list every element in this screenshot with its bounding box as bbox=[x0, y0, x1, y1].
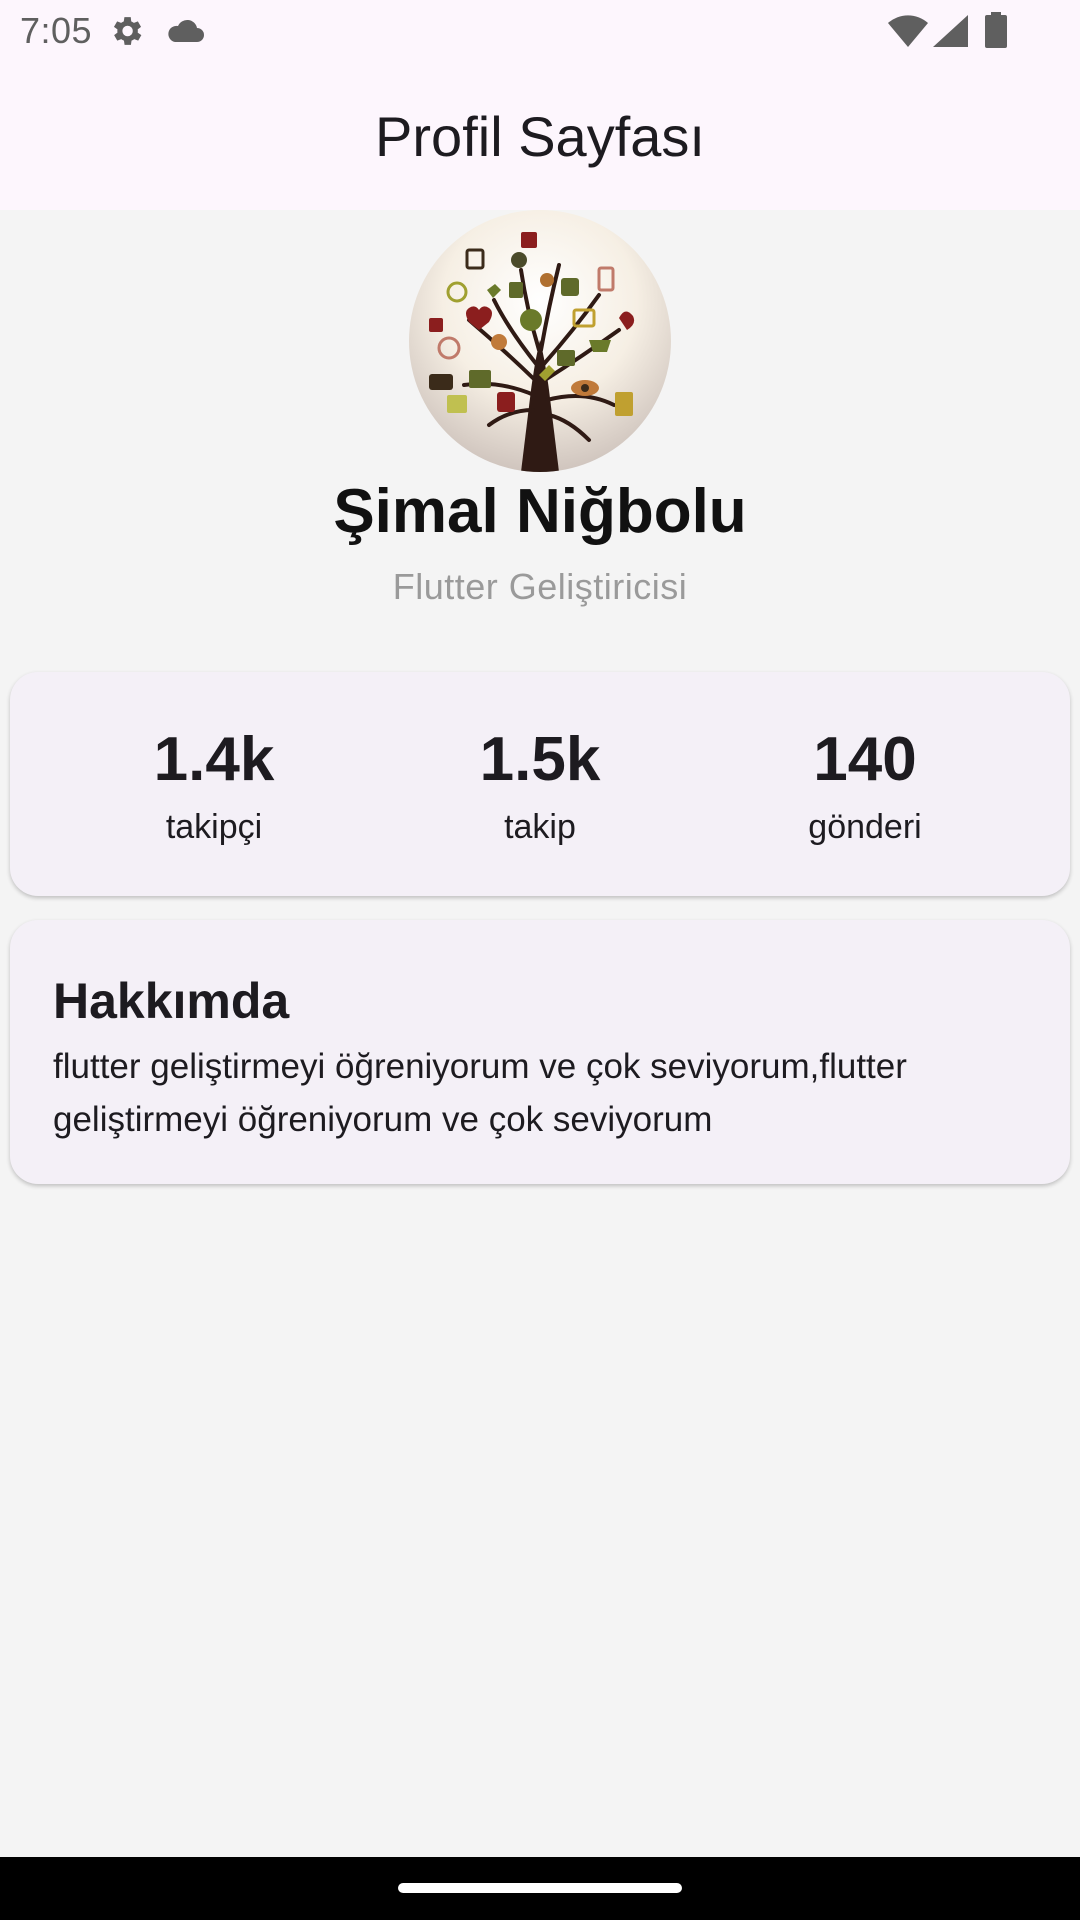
avatar bbox=[409, 210, 671, 472]
profile-role: Flutter Geliştiricisi bbox=[392, 566, 688, 607]
status-time: 7:05 bbox=[20, 10, 93, 51]
about-title: Hakkımda bbox=[53, 973, 290, 1029]
stats-card: 1.4k takipçi 1.5k takip 140 gönderi bbox=[10, 672, 1070, 896]
page-title: Profil Sayfası bbox=[375, 104, 705, 168]
stat-label: gönderi bbox=[808, 808, 922, 846]
stat-label: takip bbox=[504, 808, 576, 846]
stat-value: 1.5k bbox=[479, 725, 601, 794]
stat-value: 140 bbox=[813, 725, 917, 794]
gear-icon bbox=[113, 17, 142, 45]
status-bar: 7:05 bbox=[0, 0, 1080, 62]
battery-icon bbox=[985, 12, 1007, 48]
about-text: flutter geliştirmeyi öğreniyorum ve çok … bbox=[53, 1047, 907, 1139]
signal-icon bbox=[933, 15, 968, 47]
cloud-icon bbox=[168, 19, 204, 42]
navigation-bar bbox=[0, 1857, 1080, 1920]
app-bar: Profil Sayfası bbox=[0, 62, 1080, 210]
social-tree-avatar-icon bbox=[429, 232, 635, 472]
home-indicator[interactable] bbox=[398, 1883, 682, 1893]
about-card: Hakkımda flutter geliştirmeyi öğreniyoru… bbox=[10, 920, 1070, 1184]
stat-label: takipçi bbox=[165, 808, 263, 846]
stat-value: 1.4k bbox=[153, 725, 275, 794]
profile-name: Şimal Niğbolu bbox=[333, 477, 747, 546]
wifi-icon bbox=[888, 15, 928, 47]
profile-screen: 7:05 Profil Sayfası Şimal Niğbolu Flutte… bbox=[0, 0, 1080, 1920]
